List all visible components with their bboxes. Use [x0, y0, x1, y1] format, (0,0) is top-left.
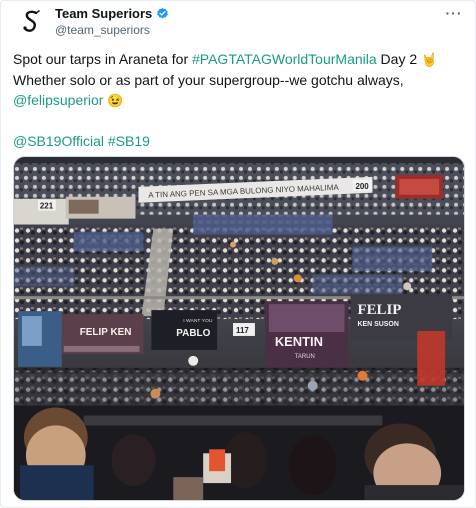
tarp-kentin-sub-text: TARUN — [295, 354, 315, 360]
tarp-pablo-text: PABLO — [176, 328, 210, 339]
verified-badge-icon — [157, 7, 169, 19]
author-handle[interactable]: @team_superiors — [55, 22, 169, 38]
tweet-photo[interactable]: A TIN ANG PEN SA MGA BULONG NIYO MAHALIM… — [13, 156, 465, 501]
tweet-text-segment: Spot our tarps in Araneta for — [13, 51, 192, 67]
tarp-felip-ken-left-text: FELIP KEN — [80, 327, 132, 338]
display-name-row[interactable]: Team Superiors — [55, 5, 169, 22]
wink-emoji: 😉 — [107, 93, 124, 108]
tarp-pablo-small-text: I WANT YOU — [183, 318, 213, 324]
tweet-line-4: @SB19Official #SB19 — [13, 131, 465, 151]
tweet-line-2: Whether solo or as part of your supergro… — [13, 72, 404, 88]
team-superiors-logo-icon — [23, 10, 40, 32]
mention-link[interactable]: @felipsuperior — [13, 92, 103, 108]
tarp-ken-suson-text: KEN SUSON — [357, 321, 398, 328]
tweet-header: Team Superiors @team_superiors ··· — [13, 5, 465, 41]
tweet-card: Team Superiors @team_superiors ··· Spot … — [0, 0, 476, 508]
tarp-felip-big-text: FELIP — [357, 302, 401, 318]
section-117-label: 117 — [236, 326, 249, 335]
tweet-text: Spot our tarps in Araneta for #PAGTATAGW… — [13, 49, 465, 151]
section-200-label: 200 — [355, 182, 369, 191]
tweet-line-1: Spot our tarps in Araneta for #PAGTATAGW… — [13, 49, 465, 70]
mention-link[interactable]: @SB19Official — [13, 133, 104, 149]
more-options-icon[interactable]: ··· — [443, 5, 465, 23]
hashtag-link[interactable]: #SB19 — [108, 133, 150, 149]
arena-photo: A TIN ANG PEN SA MGA BULONG NIYO MAHALIM… — [14, 157, 464, 500]
rock-hand-emoji: 🤘 — [421, 52, 438, 67]
hashtag-link[interactable]: #PAGTATAGWorldTourManila — [192, 51, 377, 67]
section-221-label: 221 — [40, 202, 54, 211]
display-name[interactable]: Team Superiors — [55, 5, 152, 22]
avatar[interactable] — [17, 7, 47, 37]
tarp-kentin-text: KENTIN — [275, 334, 323, 349]
tweet-text-segment: Day 2 — [376, 51, 422, 67]
author-block: Team Superiors @team_superiors — [55, 5, 169, 38]
tweet-line-3: @felipsuperior 😉 — [13, 90, 465, 111]
